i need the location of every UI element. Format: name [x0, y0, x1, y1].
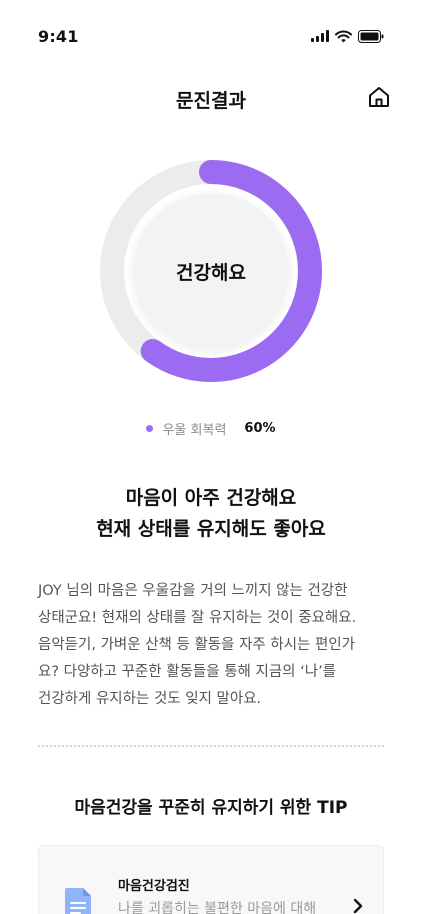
description-line: 요? 다양하고 꾸준한 활동들을 통해 지금의 ‘나’를 — [38, 664, 337, 680]
legend-label: 우울 회복력 — [162, 423, 227, 438]
result-screen: 9:41 문진결과 건강해요 우울 회복력 60% 마음이 아주 건강해요 현재… — [0, 0, 422, 914]
description-line: 건강하게 유지하는 것도 잊지 말아요. — [38, 691, 262, 707]
result-headline-line-1: 마음이 아주 건강해요 — [125, 487, 297, 509]
gauge-legend: 우울 회복력 60% — [0, 419, 422, 438]
recovery-gauge: 건강해요 — [100, 160, 322, 382]
chevron-right-icon[interactable] — [353, 898, 363, 914]
description-line: 상태군요! 현재의 상태를 잘 유지하는 것이 중요해요. — [38, 610, 357, 626]
tip-card-mental-checkup[interactable]: 마음건강검진 나를 괴롭히는 불편한 마음에 대해 — [38, 845, 384, 914]
home-button[interactable] — [364, 82, 394, 112]
signal-icon — [311, 30, 329, 42]
result-headline-line-2: 현재 상태를 유지해도 좋아요 — [96, 518, 326, 540]
page-title: 문진결과 — [176, 90, 246, 112]
header: 문진결과 — [0, 72, 422, 122]
status-bar: 9:41 — [0, 0, 422, 72]
legend-dot — [146, 425, 154, 432]
result-headline: 마음이 아주 건강해요 현재 상태를 유지해도 좋아요 — [0, 483, 422, 545]
legend-value: 60% — [244, 421, 276, 436]
home-icon — [369, 87, 389, 107]
gauge-center-label: 건강해요 — [176, 261, 246, 284]
tip-card-description: 나를 괴롭히는 불편한 마음에 대해 — [118, 901, 317, 914]
wifi-icon — [335, 30, 352, 42]
status-icons — [311, 28, 384, 44]
description-line: JOY 님의 마음은 우울감을 거의 느끼지 않는 건강한 — [38, 583, 348, 599]
battery-icon — [358, 29, 384, 43]
status-time: 9:41 — [38, 27, 79, 46]
result-description: JOY 님의 마음은 우울감을 거의 느끼지 않는 건강한 상태군요! 현재의 … — [38, 578, 384, 713]
dotted-divider — [38, 745, 384, 747]
description-line: 음악듣기, 가벼운 산책 등 활동을 자주 하시는 편인가 — [38, 637, 356, 653]
tip-section-title: 마음건강을 꾸준히 유지하기 위한 TIP — [74, 798, 348, 818]
document-icon — [65, 888, 91, 914]
tip-card-title: 마음건강검진 — [118, 879, 190, 894]
gauge-center: 건강해요 — [133, 193, 289, 349]
